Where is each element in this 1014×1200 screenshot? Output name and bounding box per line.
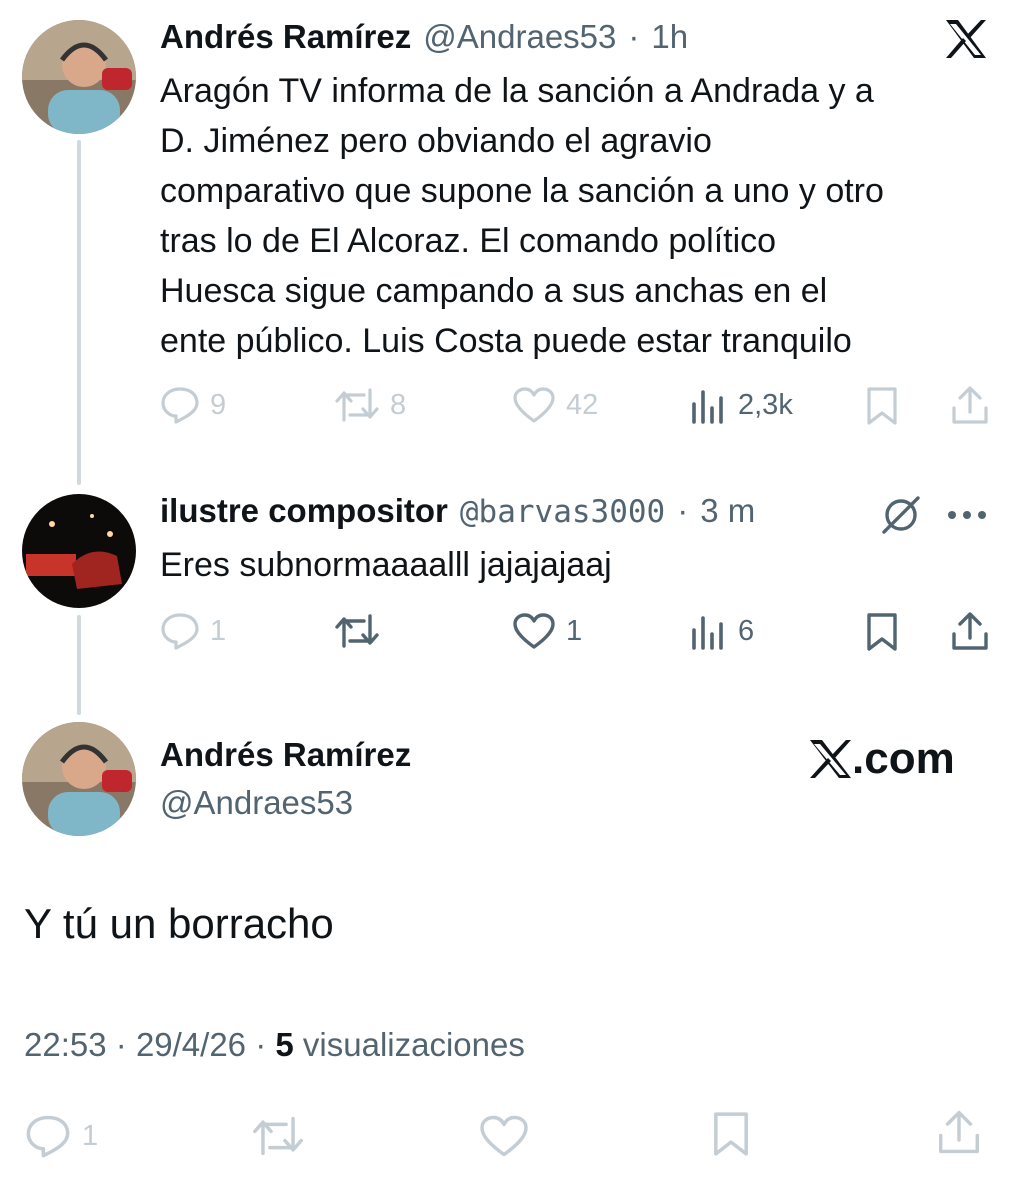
x-logo-icon: [810, 740, 851, 778]
separator-dot: ·: [677, 492, 689, 529]
reply-icon: [161, 613, 199, 650]
reply-count: 1: [210, 614, 227, 647]
author-handle[interactable]: @Andraes53: [423, 18, 616, 56]
author-name[interactable]: Andrés Ramírez: [160, 18, 411, 56]
bookmark-button[interactable]: [864, 612, 900, 657]
views-icon: [692, 616, 723, 650]
views-icon: [692, 390, 723, 424]
reply-button[interactable]: 9: [160, 386, 226, 424]
thread-line: [77, 140, 81, 485]
bookmark-icon: [867, 387, 897, 425]
main-tweet-text: Y tú un borracho: [24, 900, 334, 947]
grok-icon[interactable]: [880, 494, 922, 541]
xcom-watermark: .com: [808, 734, 955, 784]
retweet-icon: [335, 614, 379, 648]
author-handle[interactable]: @barvas3000: [460, 494, 665, 530]
tweet2-header: ilustre compositor @barvas3000 · 3 m: [160, 492, 755, 530]
avatar-photo: [22, 494, 136, 608]
tweet-time[interactable]: 1h: [651, 18, 688, 56]
tweet1-header: Andrés Ramírez @Andraes53 · 1h: [160, 18, 688, 56]
tweet-time[interactable]: 22:53: [24, 1026, 107, 1063]
heart-icon: [513, 387, 555, 423]
tweet1-text: Aragón TV informa de la sanción a Andrad…: [160, 66, 1000, 366]
retweet-button[interactable]: 8: [334, 386, 406, 424]
avatar[interactable]: [22, 722, 136, 836]
heart-icon: [480, 1115, 528, 1157]
like-button[interactable]: 42: [512, 386, 598, 424]
bookmark-button[interactable]: [710, 1110, 752, 1163]
reply-icon: [161, 387, 199, 424]
reply-count: 9: [210, 388, 227, 421]
share-icon: [939, 1110, 979, 1154]
tweet-time[interactable]: 3 m: [700, 492, 755, 530]
separator-dot: ·: [255, 1026, 267, 1063]
bookmark-icon: [714, 1112, 748, 1156]
retweet-button[interactable]: [334, 612, 380, 650]
like-button[interactable]: [478, 1114, 530, 1163]
avatar-photo: [22, 20, 136, 134]
tweet-line: D. Jiménez pero obviando el agravio: [160, 122, 712, 160]
views-count: 5: [275, 1026, 294, 1063]
tweet-line: comparativo que supone la sanción a uno …: [160, 172, 884, 210]
share-button[interactable]: [950, 384, 990, 431]
share-button[interactable]: [936, 1108, 982, 1161]
retweet-count: 8: [390, 388, 407, 421]
tweet2-text: Eres subnormaaaalll jajajajaaj: [160, 546, 612, 584]
reply-icon: [26, 1115, 70, 1158]
tweet-line: tras lo de El Alcoraz. El comando políti…: [160, 222, 777, 260]
views-count: 2,3k: [738, 388, 793, 421]
tweet-line: ente público. Luis Costa puede estar tra…: [160, 322, 852, 360]
author-name[interactable]: Andrés Ramírez: [160, 736, 411, 774]
retweet-icon: [335, 388, 379, 422]
tweet-line: Huesca sigue campando a sus anchas en el: [160, 272, 828, 310]
avatar-photo: [22, 722, 136, 836]
bookmark-button[interactable]: [864, 386, 900, 431]
bookmark-icon: [867, 613, 897, 651]
author-name[interactable]: ilustre compositor: [160, 492, 448, 530]
tweet-date[interactable]: 29/4/26: [136, 1026, 246, 1063]
share-icon: [952, 386, 988, 424]
like-count: 42: [566, 388, 599, 421]
views-button[interactable]: 6: [690, 612, 754, 650]
share-icon: [952, 612, 988, 650]
avatar[interactable]: [22, 494, 136, 608]
reply-button[interactable]: 1: [24, 1114, 98, 1158]
views-button[interactable]: 2,3k: [690, 386, 793, 424]
heart-icon: [513, 613, 555, 649]
views-count: 6: [738, 614, 755, 647]
retweet-icon: [253, 1116, 303, 1156]
reply-button[interactable]: 1: [160, 612, 226, 650]
separator-dot: ·: [115, 1026, 127, 1063]
tweet-line: Aragón TV informa de la sanción a Andrad…: [160, 72, 874, 110]
separator-dot: ·: [628, 18, 640, 55]
author-handle[interactable]: @Andraes53: [160, 784, 353, 822]
like-button[interactable]: 1: [512, 612, 582, 650]
avatar[interactable]: [22, 20, 136, 134]
watermark-text: .com: [852, 734, 955, 783]
thread-line: [77, 615, 81, 715]
share-button[interactable]: [950, 610, 990, 657]
like-count: 1: [566, 614, 583, 647]
x-logo-icon[interactable]: [944, 18, 988, 60]
more-options-icon[interactable]: [946, 508, 988, 526]
retweet-button[interactable]: [250, 1114, 306, 1163]
tweet-metadata: 22:53 · 29/4/26 · 5 visualizaciones: [24, 1026, 525, 1064]
views-label: visualizaciones: [302, 1026, 525, 1063]
reply-count: 1: [82, 1119, 99, 1152]
